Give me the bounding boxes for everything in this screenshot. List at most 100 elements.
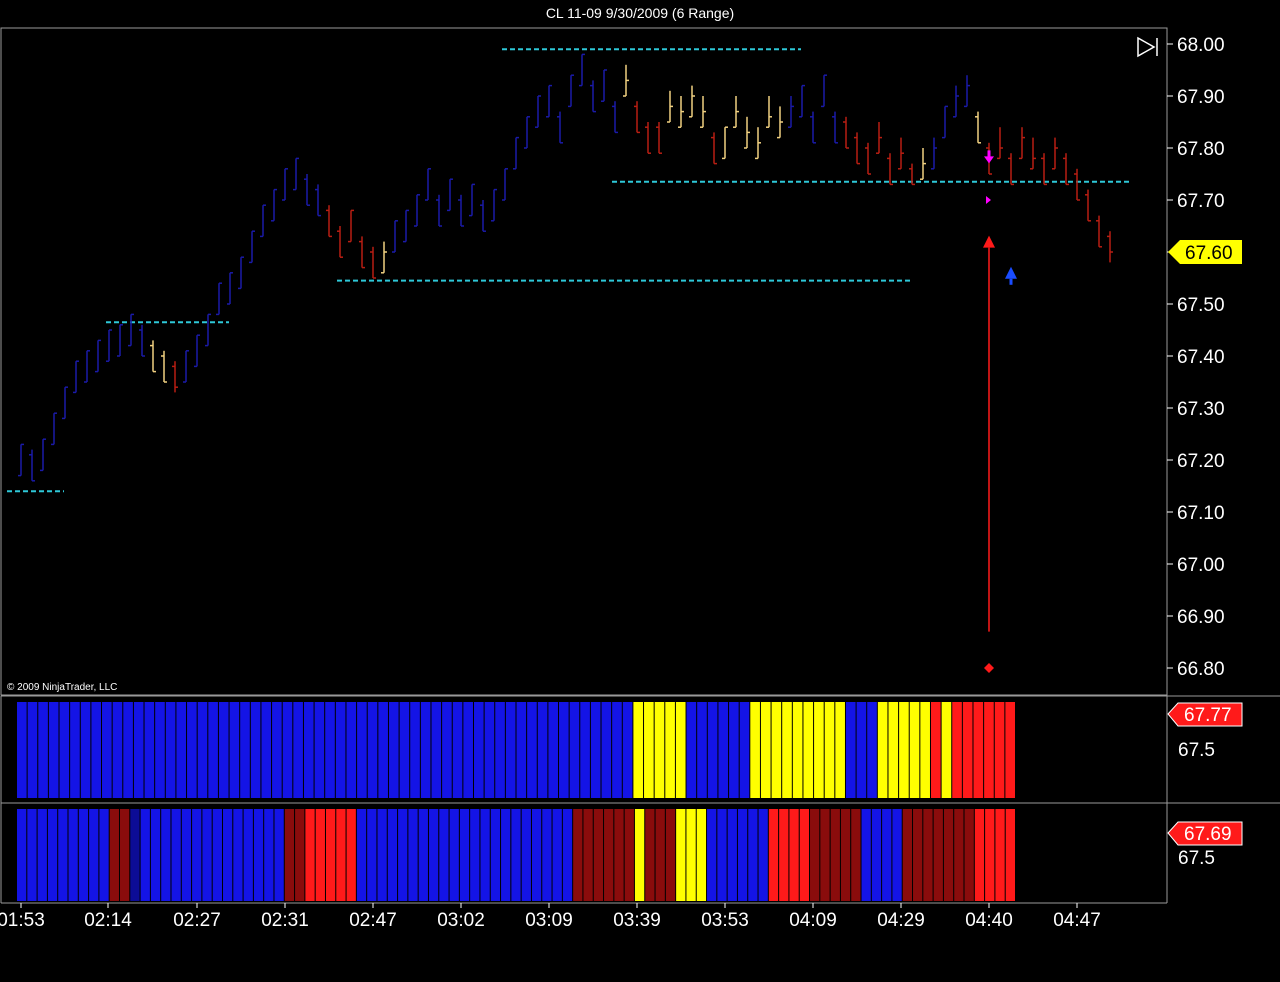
indicator-bar <box>644 702 654 798</box>
panel1-value-text: 67.77 <box>1184 705 1232 726</box>
indicator-bar <box>810 809 820 901</box>
indicator-bar <box>604 809 614 901</box>
indicator-bar <box>665 702 675 798</box>
indicator-bar <box>727 809 737 901</box>
price-bar <box>887 153 893 186</box>
indicator-bar <box>431 702 442 798</box>
price-bar <box>722 126 728 160</box>
price-bar <box>348 209 354 243</box>
indicator-bar <box>150 809 161 901</box>
indicator-bar <box>439 809 449 901</box>
indicator-bar <box>480 809 490 901</box>
price-bar <box>216 282 222 316</box>
indicator-bar <box>119 809 130 901</box>
indicator-bar <box>569 702 580 798</box>
indicator-bar <box>707 702 718 798</box>
indicator-bar <box>377 809 387 901</box>
indicator-bar <box>243 809 253 901</box>
indicator-bar <box>367 702 378 798</box>
indicator-bar <box>130 809 140 901</box>
indicator-bar <box>531 809 542 901</box>
price-bar <box>436 194 442 227</box>
indicator-bar <box>856 702 867 798</box>
price-bar <box>194 334 200 368</box>
price-bar <box>513 136 519 170</box>
indicator-bar <box>696 809 707 901</box>
indicator-bar <box>707 809 717 901</box>
price-bar <box>1041 153 1047 186</box>
indicator-bar <box>59 702 70 798</box>
price-bar <box>920 148 926 180</box>
price-bar <box>458 194 464 227</box>
indicator-bar <box>913 809 923 901</box>
indicator-bar <box>748 809 758 901</box>
price-bar <box>238 256 244 290</box>
indicator-bar <box>325 702 335 798</box>
price-bar <box>227 272 233 305</box>
last-price-badge: 67.60 <box>1168 240 1242 264</box>
indicator-bar <box>542 809 552 901</box>
indicator-bar <box>871 809 882 901</box>
indicator-bar <box>463 702 473 798</box>
indicator-bar <box>233 809 243 901</box>
indicator-bar <box>954 809 964 901</box>
price-bar <box>810 111 816 144</box>
price-tick-label: 67.20 <box>1177 451 1225 472</box>
indicator-bar <box>614 809 624 901</box>
price-bar <box>150 340 156 373</box>
indicator-bar <box>511 809 521 901</box>
indicator-bar <box>356 809 367 901</box>
indicator-bar <box>27 702 38 798</box>
price-bar <box>656 122 662 154</box>
indicator-bar <box>779 809 789 901</box>
panel1-axis-label: 67.5 <box>1178 740 1215 761</box>
scroll-to-end-icon[interactable] <box>1137 36 1158 58</box>
price-bar <box>403 209 409 243</box>
price-bar <box>546 84 552 118</box>
price-bar <box>271 188 277 222</box>
indicator-bar <box>717 809 727 901</box>
time-tick-label: 02:27 <box>173 910 221 931</box>
price-axis: 68.0067.9067.8067.7067.6067.5067.4067.30… <box>1167 35 1225 680</box>
indicator-bar <box>408 809 418 901</box>
price-tick-label: 67.90 <box>1177 87 1225 108</box>
price-bar <box>898 137 904 170</box>
level-lines <box>7 48 1131 493</box>
price-bar <box>843 116 849 149</box>
indicator-bar <box>250 702 261 798</box>
indicator-bar <box>792 702 803 798</box>
indicator-bar <box>490 809 501 901</box>
indicator-bar <box>181 809 192 901</box>
price-bar <box>1052 137 1058 170</box>
indicator-bar <box>470 809 480 901</box>
price-bar <box>634 101 640 134</box>
panel2-value-badge: 67.69 <box>1167 821 1243 846</box>
price-bar <box>689 85 695 118</box>
price-bar <box>62 386 68 420</box>
price-bar <box>645 122 651 154</box>
price-bar <box>381 241 387 274</box>
indicator-bar <box>197 702 208 798</box>
time-tick-label: 03:39 <box>613 910 661 931</box>
price-tick-label: 66.80 <box>1177 659 1225 680</box>
price-bar <box>1063 153 1069 186</box>
indicator-bar <box>346 702 357 798</box>
indicator-bar <box>229 702 240 798</box>
indicator-bar <box>140 809 150 901</box>
price-bars <box>18 53 1113 482</box>
indicator-bar <box>240 702 250 798</box>
price-bar <box>1096 215 1102 248</box>
price-tick-label: 67.40 <box>1177 347 1225 368</box>
indicator-bar <box>686 702 697 798</box>
indicator-bar <box>208 702 218 798</box>
indicator-bar <box>622 702 633 798</box>
chart-canvas[interactable]: 68.00 67.90 67.80 67.70 67.60 67.50 67.40 67.30… <box>0 0 1280 982</box>
indicator-bar <box>892 809 902 901</box>
indicator-bar <box>202 809 212 901</box>
price-bar <box>95 339 101 373</box>
price-bar <box>425 168 431 201</box>
indicator-bar <box>357 702 367 798</box>
indicator-bar <box>459 809 470 901</box>
indicator-bar <box>314 702 325 798</box>
indicator-bar <box>943 809 954 901</box>
